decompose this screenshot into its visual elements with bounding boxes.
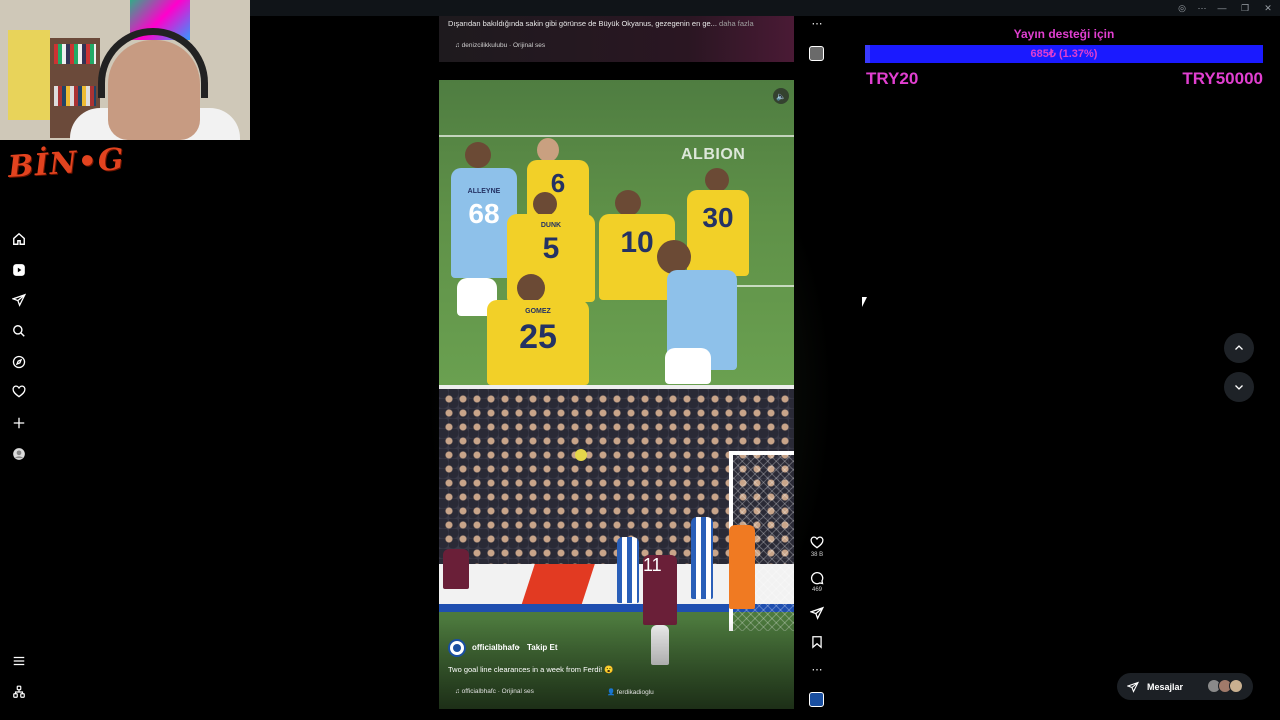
prev-audio-thumbnail[interactable]	[809, 46, 824, 61]
messages-label: Mesajlar	[1147, 681, 1184, 692]
previous-reel[interactable]: Dışarıdan bakıldığında sakin gibi görüns…	[439, 16, 794, 62]
player-number: 11	[643, 555, 662, 575]
chevron-up-icon	[1235, 345, 1243, 350]
player-brighton	[617, 537, 639, 603]
donation-amount: 685₺ (1.37%)	[1030, 48, 1098, 60]
meta-icon[interactable]	[10, 683, 28, 701]
comment-button[interactable]: 469	[809, 571, 825, 593]
player-brighton: GOMEZ 25	[487, 300, 589, 385]
player-head	[533, 192, 557, 216]
close-icon[interactable]: ✕	[1258, 2, 1278, 14]
next-reel-button[interactable]	[1224, 372, 1254, 402]
create-icon[interactable]	[10, 414, 28, 432]
direct-icon[interactable]	[10, 291, 28, 309]
player-number: 25	[519, 318, 557, 356]
webcam-poster	[8, 30, 50, 120]
player-number: 30	[702, 202, 734, 233]
reels-icon[interactable]	[10, 261, 28, 279]
more-options-icon[interactable]: ⋯	[809, 663, 825, 676]
more-icon[interactable]: ⋯	[1192, 2, 1212, 14]
goalkeeper	[729, 525, 755, 609]
reel-clip-top: ALBION ALLEYNE 68 6 DUNK 5 10 30 GOMEZ 2…	[439, 80, 794, 385]
webcam-overlay	[0, 0, 250, 140]
separator: •	[517, 643, 520, 652]
pitch-line	[439, 135, 794, 137]
heart-icon[interactable]	[10, 383, 28, 401]
mute-icon[interactable]: 🔈	[773, 88, 789, 104]
save-button[interactable]	[809, 635, 825, 649]
messages-button[interactable]: Mesajlar	[1117, 673, 1253, 700]
direct-icon	[1127, 681, 1139, 693]
share-icon	[810, 606, 824, 620]
audio-thumbnail[interactable]	[809, 692, 824, 707]
share-button[interactable]	[809, 606, 825, 620]
like-button[interactable]: 38 B	[809, 536, 825, 558]
previous-reel-caption: Dışarıdan bakıldığında sakin gibi görüns…	[448, 19, 754, 28]
player-head	[465, 142, 491, 168]
account-avatar[interactable]	[448, 639, 466, 657]
player-name: GOMEZ	[525, 308, 551, 315]
home-icon[interactable]	[10, 230, 28, 248]
chevron-down-icon	[1235, 385, 1243, 390]
player-head	[517, 274, 545, 302]
player-brighton	[691, 517, 713, 599]
comment-count: 469	[811, 587, 822, 593]
player-opponent	[443, 549, 469, 589]
player-head	[615, 190, 641, 216]
donation-goal: TRY50000	[1182, 69, 1263, 88]
tagged-user[interactable]: 👤 ferdikadioglu	[607, 688, 654, 696]
donation-progress-bar: 685₺ (1.37%)	[865, 45, 1263, 63]
club-watermark: ALBION	[681, 146, 746, 163]
more-link[interactable]: daha fazla	[719, 19, 754, 28]
avatar	[1229, 679, 1243, 693]
ball	[575, 449, 587, 461]
prev-more-options-icon[interactable]: ⋯	[809, 17, 825, 30]
player-brighton: 30	[687, 190, 749, 276]
profile-icon[interactable]	[10, 445, 28, 463]
reel-video[interactable]: ALBION ALLEYNE 68 6 DUNK 5 10 30 GOMEZ 2…	[439, 80, 794, 709]
player-head	[705, 168, 729, 192]
account-username[interactable]: officialbhafc	[472, 643, 519, 652]
player-name: ALLEYNE	[467, 188, 501, 195]
search-icon[interactable]	[10, 322, 28, 340]
heart-icon	[810, 536, 824, 549]
player-name: DUNK	[540, 222, 562, 229]
minimize-icon[interactable]: —	[1212, 2, 1232, 14]
comment-icon	[810, 571, 824, 585]
player-head	[657, 240, 691, 274]
player-head	[537, 138, 559, 162]
stream-brand-logo: BİN•G	[6, 141, 126, 186]
previous-reel-button[interactable]	[1224, 333, 1254, 363]
previous-reel-audio[interactable]: ♫ denizcilikkulubu · Orijinal ses	[455, 42, 545, 49]
follow-button[interactable]: Takip Et	[527, 643, 558, 652]
bookmark-icon	[812, 636, 822, 649]
player-shorts	[665, 348, 711, 384]
headset-icon	[98, 28, 208, 98]
restore-icon[interactable]: ❐	[1235, 2, 1255, 14]
caption-text: Dışarıdan bakıldığında sakin gibi görüns…	[448, 19, 717, 28]
menu-icon[interactable]	[10, 652, 28, 670]
player-number: 5	[542, 232, 560, 265]
reel-caption[interactable]: Two goal line clearances in a week from …	[448, 665, 614, 674]
mouse-cursor-icon	[862, 297, 872, 307]
explore-icon[interactable]	[10, 353, 28, 371]
player-opponent: 11	[643, 555, 677, 625]
like-count: 38 B	[810, 552, 824, 558]
reel-audio-link[interactable]: ♫ officialbhafc · Orijinal ses	[455, 688, 534, 695]
donation-title: Yayın desteği için	[1013, 27, 1115, 41]
donation-min: TRY20	[866, 69, 919, 88]
extension-icon[interactable]: ◎	[1172, 2, 1192, 14]
